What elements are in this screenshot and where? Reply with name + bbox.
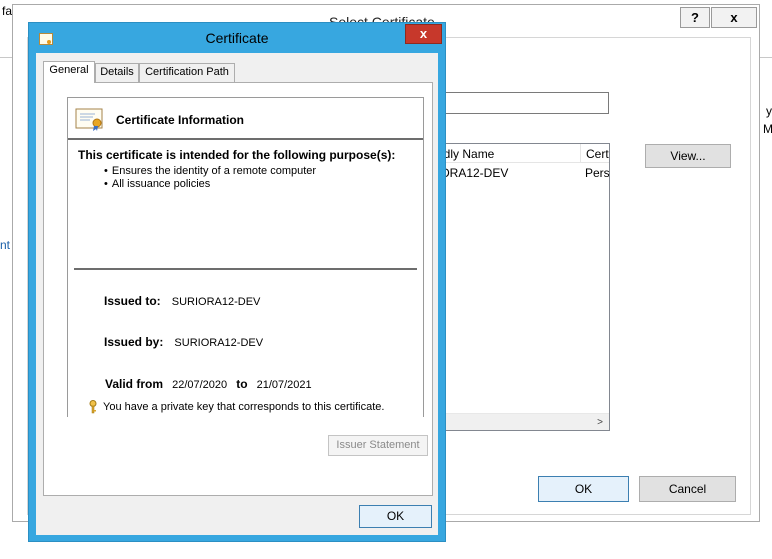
list-item: Ensures the identity of a remote compute…	[104, 165, 316, 178]
list-item-cert: Pers	[585, 166, 610, 180]
issued-to-label: Issued to:	[104, 294, 161, 308]
certificate-icon	[75, 108, 103, 131]
certificate-client-area: General Details Certification Path Certi…	[36, 53, 438, 535]
validity-row: Valid from 22/07/2020 to 21/07/2021	[105, 377, 312, 391]
certificate-close-button[interactable]: x	[405, 24, 442, 44]
info-divider	[74, 268, 417, 270]
column-cert[interactable]: Cert	[580, 144, 609, 163]
certificate-info-header: Certificate Information	[68, 98, 423, 140]
general-tab-panel: Certificate Information This certificate…	[43, 82, 433, 496]
background-right-fragment-a: y	[766, 104, 772, 118]
valid-from-value: 22/07/2020	[172, 379, 228, 391]
certificate-info-box: Certificate Information This certificate…	[67, 97, 424, 417]
list-item-friendly-name: IORA12-DEV	[437, 166, 509, 180]
close-button[interactable]: x	[711, 7, 757, 28]
private-key-row: You have a private key that corresponds …	[88, 400, 384, 414]
issuer-statement-button[interactable]: Issuer Statement	[328, 435, 428, 456]
view-button[interactable]: View...	[645, 144, 731, 168]
background-divider-right	[760, 57, 772, 58]
certificate-dialog: Certificate x General Details Certificat…	[28, 22, 446, 542]
background-right-fragment-b: M	[763, 122, 772, 136]
issued-to-value: SURIORA12-DEV	[171, 296, 261, 308]
certificate-filter-input[interactable]	[432, 92, 609, 114]
list-item: All issuance policies	[104, 178, 316, 191]
valid-to-label: to	[236, 377, 248, 391]
valid-from-label: Valid from	[105, 377, 164, 391]
private-key-note: You have a private key that corresponds …	[103, 400, 385, 413]
scroll-right-arrow-icon[interactable]: >	[593, 416, 607, 429]
issued-by-row: Issued by: SURIORA12-DEV	[104, 335, 263, 349]
background-link-fragment[interactable]: nt	[0, 238, 10, 252]
tab-certification-path[interactable]: Certification Path	[139, 63, 235, 82]
cancel-button[interactable]: Cancel	[639, 476, 736, 502]
tab-details[interactable]: Details	[95, 63, 139, 82]
ok-button[interactable]: OK	[538, 476, 629, 502]
issued-to-row: Issued to: SURIORA12-DEV	[104, 294, 260, 308]
tab-general[interactable]: General	[43, 61, 95, 83]
list-item[interactable]: IORA12-DEV Pers	[433, 164, 609, 182]
certificate-list-header: ndly Name Cert	[433, 144, 609, 163]
certificate-titlebar: Certificate x	[29, 23, 445, 53]
issued-by-label: Issued by:	[104, 335, 164, 349]
certificate-list[interactable]: ndly Name Cert IORA12-DEV Pers >	[432, 143, 610, 431]
valid-to-value: 21/07/2021	[256, 379, 312, 391]
issued-by-value: SURIORA12-DEV	[174, 337, 264, 349]
certificate-ok-button[interactable]: OK	[359, 505, 432, 528]
horizontal-scrollbar[interactable]: >	[433, 413, 609, 430]
background-text-fragment: fa	[2, 4, 13, 18]
key-icon	[89, 400, 97, 414]
certificate-info-title: Certificate Information	[116, 113, 245, 127]
purpose-heading: This certificate is intended for the fol…	[78, 148, 396, 162]
purpose-list: Ensures the identity of a remote compute…	[104, 165, 316, 191]
certificate-title: Certificate	[205, 30, 269, 46]
background-divider-left	[0, 57, 12, 58]
help-button[interactable]: ?	[680, 7, 710, 28]
